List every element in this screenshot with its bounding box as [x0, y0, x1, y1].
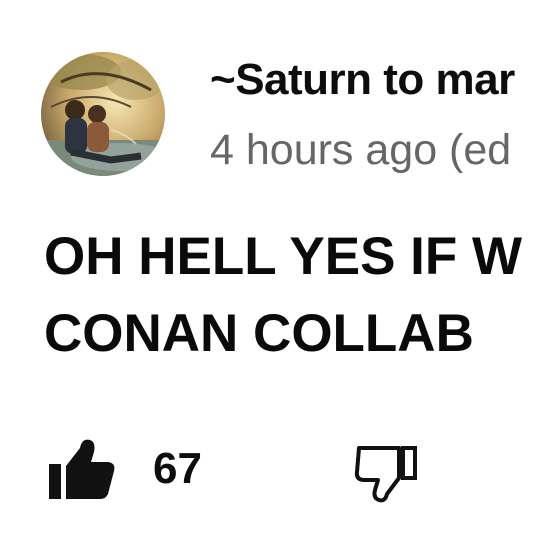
thumbs-down-icon: [354, 446, 417, 503]
comment-text-line: OH HELL YES IF W: [44, 227, 523, 286]
dislike-button[interactable]: [353, 440, 423, 506]
comment-author[interactable]: ~Saturn to mar: [210, 54, 515, 106]
avatar[interactable]: [41, 52, 165, 176]
comment-card: ~Saturn to mar 4 hours ago (ed OH HELL Y…: [0, 0, 560, 560]
comment-timestamp[interactable]: 4 hours ago (ed: [210, 124, 511, 176]
comment-text-line: CONAN COLLAB: [44, 304, 474, 363]
like-button[interactable]: [46, 436, 118, 502]
like-count: 67: [153, 444, 202, 493]
avatar-image: [41, 52, 165, 176]
comment-text: OH HELL YES IF W CONAN COLLAB: [44, 218, 560, 372]
thumbs-up-icon: [49, 439, 115, 499]
